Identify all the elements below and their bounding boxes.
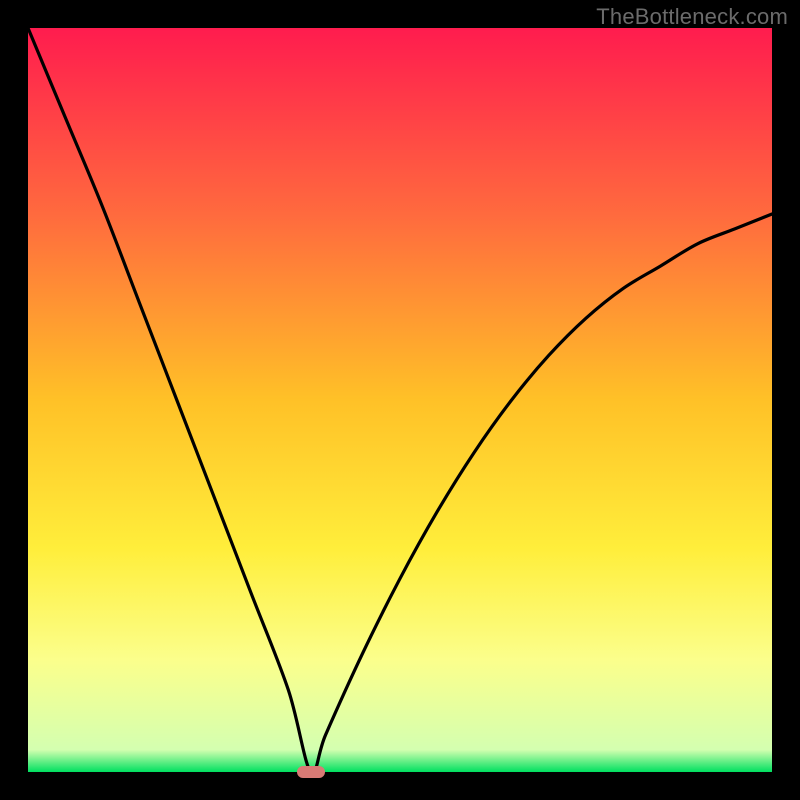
bottleneck-curve (28, 28, 772, 772)
chart-frame: TheBottleneck.com (0, 0, 800, 800)
plot-area (28, 28, 772, 772)
watermark-text: TheBottleneck.com (596, 4, 788, 30)
minimum-marker (297, 766, 325, 778)
